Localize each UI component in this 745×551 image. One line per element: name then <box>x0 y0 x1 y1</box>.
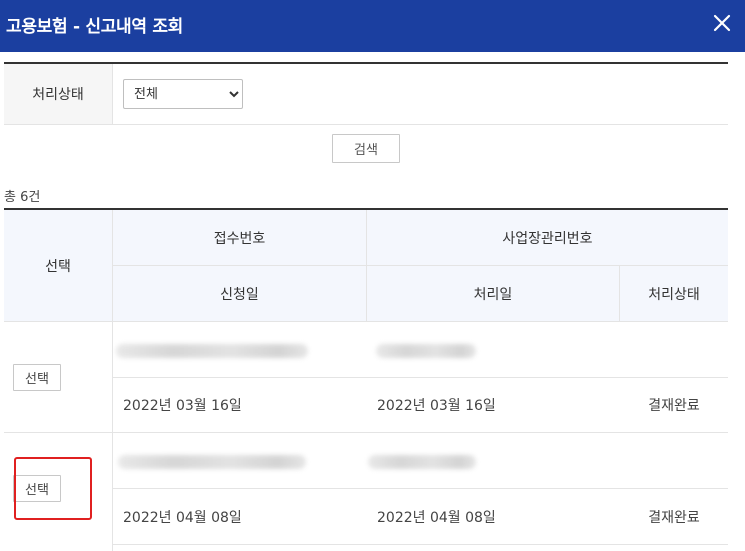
status-filter-select[interactable]: 전체 <box>123 79 243 109</box>
apply-date-cell: 2022년 03월 16일 <box>113 378 367 433</box>
redacted-receipt-no <box>116 344 308 358</box>
row-select-button[interactable]: 선택 <box>13 364 61 391</box>
row-select-button[interactable]: 선택 <box>13 475 61 502</box>
header-workplace-no: 사업장관리번호 <box>367 210 728 266</box>
dialog-title: 고용보험 - 신고내역 조회 <box>6 17 184 37</box>
header-apply-date: 신청일 <box>113 266 367 322</box>
header-select: 선택 <box>4 210 113 322</box>
header-status: 처리상태 <box>620 266 728 322</box>
filter-area: 처리상태 전체 <box>4 62 728 125</box>
status-filter-label: 처리상태 <box>4 64 113 124</box>
total-count: 총 6건 <box>4 190 41 205</box>
dialog-header: 고용보험 - 신고내역 조회 <box>0 0 745 52</box>
status-cell: 결재완료 <box>620 378 728 433</box>
apply-date-cell: 2022년 04월 08일 <box>113 489 367 545</box>
redacted-workplace-no <box>376 344 476 358</box>
header-receipt-no: 접수번호 <box>113 210 367 266</box>
result-table: 선택 접수번호 사업장관리번호 신청일 처리일 처리상태 선택 2022년 03… <box>4 208 728 551</box>
redacted-workplace-no <box>368 455 476 469</box>
search-button[interactable]: 검색 <box>332 134 400 163</box>
process-date-cell: 2022년 03월 16일 <box>367 378 620 433</box>
process-date-cell: 2022년 04월 08일 <box>367 489 620 545</box>
header-process-date: 처리일 <box>367 266 620 322</box>
status-cell: 결재완료 <box>620 489 728 545</box>
close-icon[interactable] <box>713 14 731 32</box>
redacted-receipt-no <box>118 455 306 469</box>
